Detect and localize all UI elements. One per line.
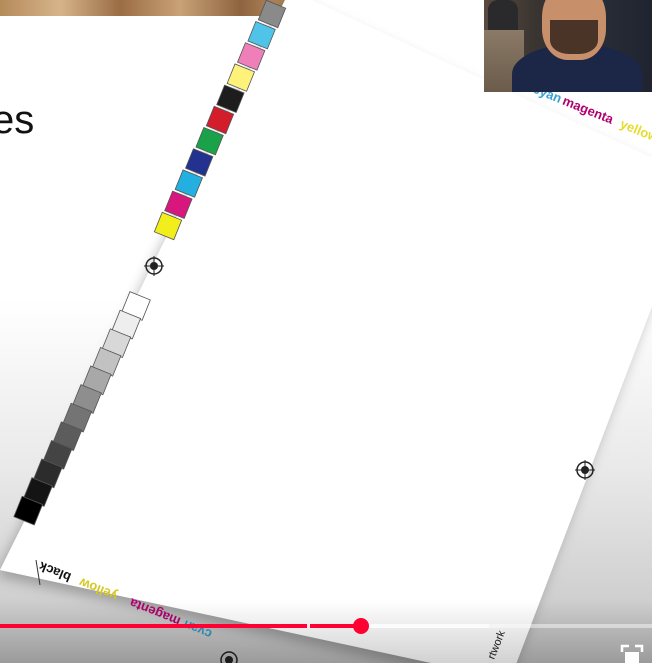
label-top-yellow: yellow [618,116,652,145]
video-scrubber-handle[interactable] [352,618,369,634]
webcam-overlay [484,0,652,92]
video-chapter-marker [307,624,311,628]
video-controls-shade [0,600,652,663]
fullscreen-icon[interactable] [620,644,644,663]
video-progress-bar[interactable] [0,618,652,634]
webcam-presenter-beard [550,20,598,54]
rotated-print-sheet: cyan magenta yellow black yellow magenta… [0,0,652,663]
